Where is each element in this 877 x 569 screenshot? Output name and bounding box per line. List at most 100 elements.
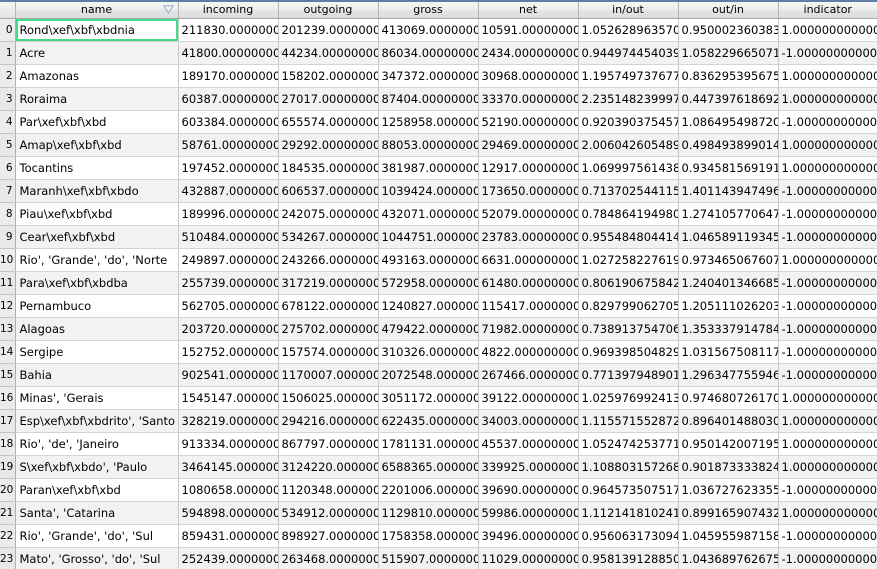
cell-out-in[interactable]: 1.043689762675... — [678, 547, 779, 569]
cell-indicator[interactable]: -1.00000000000... — [778, 294, 877, 318]
cell-name[interactable]: Santa', 'Catarina — [15, 501, 179, 525]
cell-out-in[interactable]: 0.973465067607... — [678, 248, 779, 272]
table-row[interactable]: 17 Esp\xef\xbf\xbdrito', 'Santo 328219.000… — [0, 409, 877, 433]
cell-in-out[interactable]: 1.025976992413... — [578, 386, 679, 410]
cell-outgoing[interactable]: 158202.0000000... — [278, 64, 379, 88]
cell-name[interactable]: Bahia — [15, 363, 179, 387]
cell-outgoing[interactable]: 201239.0000000... — [278, 18, 379, 42]
table-row[interactable]: 2 Amazonas 189170.0000000...158202.0000000… — [0, 64, 877, 88]
cell-indicator[interactable]: -1.00000000000... — [778, 225, 877, 249]
cell-out-in[interactable]: 1.058229665071... — [678, 41, 779, 65]
cell-indicator[interactable]: 1.000000000000... — [778, 432, 877, 456]
cell-incoming[interactable]: 41800.00000000... — [178, 41, 279, 65]
cell-indicator[interactable]: 1.000000000000... — [778, 64, 877, 88]
row-number-cell[interactable]: 17 — [0, 409, 16, 433]
cell-indicator[interactable]: -1.00000000000... — [778, 271, 877, 295]
cell-name[interactable]: Amazonas — [15, 64, 179, 88]
table-row[interactable]: 18 Rio', 'de', 'Janeiro 913334.0000000...8… — [0, 432, 877, 456]
cell-in-out[interactable]: 2.006042605489... — [578, 133, 679, 157]
cell-in-out[interactable]: 0.784864194980... — [578, 202, 679, 226]
cell-name[interactable]: Cear\xef\xbf\xbd — [15, 225, 179, 249]
cell-outgoing[interactable]: 29292.00000000... — [278, 133, 379, 157]
cell-out-in[interactable]: 1.046589119345... — [678, 225, 779, 249]
cell-in-out[interactable]: 1.112141810241... — [578, 501, 679, 525]
row-number-cell[interactable]: 18 — [0, 432, 16, 456]
cell-gross[interactable]: 2072548.000000... — [378, 363, 479, 387]
row-number-cell[interactable]: 21 — [0, 501, 16, 525]
cell-in-out[interactable]: 0.969398504829... — [578, 340, 679, 364]
table-row[interactable]: 8 Piau\xef\xbf\xbd 189996.0000000...242075… — [0, 202, 877, 226]
cell-gross[interactable]: 88053.00000000... — [378, 133, 479, 157]
cell-out-in[interactable]: 0.836295395675... — [678, 64, 779, 88]
cell-net[interactable]: 71982.00000000... — [478, 317, 579, 341]
cell-indicator[interactable]: 1.000000000000... — [778, 87, 877, 111]
cell-indicator[interactable]: 1.000000000000... — [778, 18, 877, 42]
cell-net[interactable]: 10591.00000000... — [478, 18, 579, 42]
row-number-cell[interactable]: 8 — [0, 202, 16, 226]
row-number-cell[interactable]: 2 — [0, 64, 16, 88]
cell-incoming[interactable]: 603384.0000000... — [178, 110, 279, 134]
cell-gross[interactable]: 347372.0000000... — [378, 64, 479, 88]
cell-indicator[interactable]: -1.00000000000... — [778, 179, 877, 203]
cell-name[interactable]: Mato', 'Grosso', 'do', 'Sul — [15, 547, 179, 569]
cell-outgoing[interactable]: 242075.0000000... — [278, 202, 379, 226]
cell-outgoing[interactable]: 275702.0000000... — [278, 317, 379, 341]
row-number-cell[interactable]: 23 — [0, 547, 16, 569]
cell-out-in[interactable]: 0.899165907432... — [678, 501, 779, 525]
cell-incoming[interactable]: 594898.0000000... — [178, 501, 279, 525]
cell-outgoing[interactable]: 1506025.000000... — [278, 386, 379, 410]
cell-name[interactable]: Rond\xef\xbf\xbdnia — [15, 18, 179, 42]
cell-gross[interactable]: 2201006.000000... — [378, 478, 479, 502]
cell-name[interactable]: Rio', 'Grande', 'do', 'Norte — [15, 248, 179, 272]
row-number-cell[interactable]: 19 — [0, 455, 16, 479]
cell-out-in[interactable]: 0.896401488030... — [678, 409, 779, 433]
cell-incoming[interactable]: 189996.0000000... — [178, 202, 279, 226]
table-row[interactable]: 20 Paran\xef\xbf\xbd 1080658.000000...1120… — [0, 478, 877, 502]
cell-gross[interactable]: 87404.00000000... — [378, 87, 479, 111]
table-row[interactable]: 12 Pernambuco 562705.0000000...678122.0000… — [0, 294, 877, 318]
cell-incoming[interactable]: 211830.0000000... — [178, 18, 279, 42]
cell-out-in[interactable]: 0.950142007195... — [678, 432, 779, 456]
cell-indicator[interactable]: 1.000000000000... — [778, 248, 877, 272]
cell-gross[interactable]: 6588365.000000... — [378, 455, 479, 479]
cell-gross[interactable]: 1240827.000000... — [378, 294, 479, 318]
cell-in-out[interactable]: 0.713702544115... — [578, 179, 679, 203]
cell-name[interactable]: Minas', 'Gerais — [15, 386, 179, 410]
column-header-outgoing[interactable]: outgoing — [278, 0, 379, 19]
table-row[interactable]: 1 Acre 41800.00000000...44234.00000000...8… — [0, 41, 877, 65]
cell-net[interactable]: 6631.000000000... — [478, 248, 579, 272]
cell-net[interactable]: 115417.0000000... — [478, 294, 579, 318]
cell-indicator[interactable]: 1.000000000000... — [778, 409, 877, 433]
table-row[interactable]: 15 Bahia 902541.0000000...1170007.000000..… — [0, 363, 877, 387]
cell-indicator[interactable]: -1.00000000000... — [778, 317, 877, 341]
column-header-gross[interactable]: gross — [378, 0, 479, 19]
row-number-cell[interactable]: 0 — [0, 18, 16, 42]
table-row[interactable]: 3 Roraima 60387.00000000...27017.00000000.… — [0, 87, 877, 111]
cell-indicator[interactable]: 1.000000000000... — [778, 386, 877, 410]
cell-net[interactable]: 339925.0000000... — [478, 455, 579, 479]
row-number-cell[interactable]: 13 — [0, 317, 16, 341]
cell-incoming[interactable]: 60387.00000000... — [178, 87, 279, 111]
cell-net[interactable]: 30968.00000000... — [478, 64, 579, 88]
cell-gross[interactable]: 3051172.000000... — [378, 386, 479, 410]
cell-net[interactable]: 267466.0000000... — [478, 363, 579, 387]
table-row[interactable]: 21 Santa', 'Catarina 594898.0000000...5349… — [0, 501, 877, 525]
cell-gross[interactable]: 1781131.000000... — [378, 432, 479, 456]
cell-net[interactable]: 11029.00000000... — [478, 547, 579, 569]
cell-name[interactable]: Paran\xef\xbf\xbd — [15, 478, 179, 502]
cell-incoming[interactable]: 58761.00000000... — [178, 133, 279, 157]
cell-outgoing[interactable]: 898927.0000000... — [278, 524, 379, 548]
row-number-cell[interactable]: 7 — [0, 179, 16, 203]
cell-gross[interactable]: 572958.0000000... — [378, 271, 479, 295]
cell-net[interactable]: 39122.00000000... — [478, 386, 579, 410]
cell-name[interactable]: Alagoas — [15, 317, 179, 341]
cell-name[interactable]: Tocantins — [15, 156, 179, 180]
cell-name[interactable]: Para\xef\xbf\xbdba — [15, 271, 179, 295]
cell-net[interactable]: 2434.000000000... — [478, 41, 579, 65]
cell-out-in[interactable]: 1.274105770647... — [678, 202, 779, 226]
cell-indicator[interactable]: -1.00000000000... — [778, 363, 877, 387]
cell-outgoing[interactable]: 263468.0000000... — [278, 547, 379, 569]
cell-net[interactable]: 45537.00000000... — [478, 432, 579, 456]
cell-indicator[interactable]: 1.000000000000... — [778, 455, 877, 479]
cell-net[interactable]: 33370.00000000... — [478, 87, 579, 111]
